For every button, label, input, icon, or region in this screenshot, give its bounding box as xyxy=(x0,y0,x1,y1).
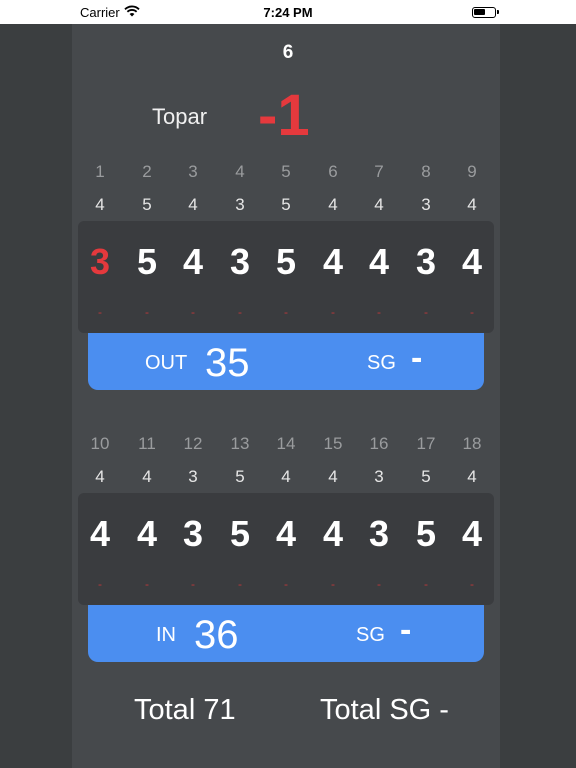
sg-cell: - xyxy=(424,305,428,319)
sg-cell: - xyxy=(238,577,242,591)
in-sg-value: - xyxy=(400,611,412,649)
in-sg-label: SG xyxy=(356,624,385,646)
hole-number: 5 xyxy=(281,162,291,181)
sg-cell: - xyxy=(145,305,149,319)
hole-number: 10 xyxy=(90,434,110,453)
hole-number: 4 xyxy=(235,162,245,181)
sg-cell: - xyxy=(238,305,242,319)
in-label: IN xyxy=(156,624,176,646)
sg-cell: - xyxy=(377,577,381,591)
out-sg-value: - xyxy=(411,339,423,377)
score-cell[interactable]: 4 xyxy=(452,513,492,555)
hole-number: 12 xyxy=(183,434,203,453)
sg-cell: - xyxy=(377,305,381,319)
sg-cell: - xyxy=(424,577,428,591)
score-cell[interactable]: 3 xyxy=(406,241,446,283)
score-cell[interactable]: 4 xyxy=(452,241,492,283)
out-sg-label: SG xyxy=(367,352,396,374)
out-value: 35 xyxy=(205,341,250,385)
hole-number: 6 xyxy=(328,162,338,181)
par-value: 4 xyxy=(328,195,338,214)
score-cell[interactable]: 5 xyxy=(266,241,306,283)
par-value: 3 xyxy=(188,467,198,486)
in-value: 36 xyxy=(194,613,239,657)
score-cell[interactable]: 5 xyxy=(406,513,446,555)
topar-label: Topar xyxy=(152,104,208,129)
current-hole-number: 6 xyxy=(282,42,294,63)
hole-number: 17 xyxy=(416,434,436,453)
hole-number: 3 xyxy=(188,162,198,181)
score-cell[interactable]: 4 xyxy=(266,513,306,555)
hole-number: 11 xyxy=(138,434,156,453)
score-cell[interactable]: 4 xyxy=(359,241,399,283)
out-summary-bar: OUT 35 SG - xyxy=(88,333,484,390)
par-value: 5 xyxy=(281,195,291,214)
hole-number: 2 xyxy=(142,162,152,181)
par-value: 5 xyxy=(235,467,245,486)
sg-cell: - xyxy=(191,305,195,319)
hole-number: 1 xyxy=(95,162,105,181)
par-value: 5 xyxy=(142,195,152,214)
par-value: 3 xyxy=(374,467,384,486)
right-gutter xyxy=(500,24,576,768)
par-value: 4 xyxy=(467,195,477,214)
sg-cell: - xyxy=(470,577,474,591)
hole-number: 14 xyxy=(276,434,296,453)
par-value: 5 xyxy=(421,467,431,486)
back-hole-numbers: 10 11 12 13 14 15 16 17 18 xyxy=(76,434,496,458)
score-cell[interactable]: 4 xyxy=(313,513,353,555)
par-value: 4 xyxy=(95,467,105,486)
front-score-entry: 3 5 4 3 5 4 4 3 4 - - - - - - - - - xyxy=(78,221,494,333)
score-cell[interactable]: 5 xyxy=(127,241,167,283)
front-hole-numbers: 1 2 3 4 5 6 7 8 9 xyxy=(76,162,496,186)
sg-cell: - xyxy=(331,577,335,591)
sg-cell: - xyxy=(98,305,102,319)
battery-icon xyxy=(472,7,499,18)
total-sg: Total SG - xyxy=(320,694,449,726)
par-value: 3 xyxy=(235,195,245,214)
par-value: 3 xyxy=(421,195,431,214)
sg-cell: - xyxy=(98,577,102,591)
hole-number: 15 xyxy=(323,434,343,453)
hole-number: 16 xyxy=(369,434,389,453)
back-pars: 4 4 3 5 4 4 3 5 4 xyxy=(76,467,496,491)
hole-number: 18 xyxy=(462,434,482,453)
sg-cell: - xyxy=(145,577,149,591)
sg-cell: - xyxy=(284,577,288,591)
score-cell[interactable]: 4 xyxy=(173,241,213,283)
score-cell[interactable]: 3 xyxy=(220,241,260,283)
hole-number: 13 xyxy=(230,434,250,453)
left-gutter xyxy=(0,24,72,768)
par-value: 4 xyxy=(328,467,338,486)
sg-cell: - xyxy=(191,577,195,591)
par-value: 4 xyxy=(281,467,291,486)
front-pars: 4 5 4 3 5 4 4 3 4 xyxy=(76,195,496,219)
sg-cell: - xyxy=(470,305,474,319)
score-cell[interactable]: 3 xyxy=(173,513,213,555)
total-score: Total 71 xyxy=(134,694,236,726)
score-cell[interactable]: 3 xyxy=(80,241,120,283)
hole-number: 8 xyxy=(421,162,431,181)
out-label: OUT xyxy=(145,352,188,374)
par-value: 4 xyxy=(467,467,477,486)
hole-number: 9 xyxy=(467,162,477,181)
par-value: 4 xyxy=(142,467,152,486)
score-cell[interactable]: 4 xyxy=(80,513,120,555)
in-summary-bar: IN 36 SG - xyxy=(88,605,484,662)
score-cell[interactable]: 4 xyxy=(313,241,353,283)
sg-cell: - xyxy=(284,305,288,319)
score-cell[interactable]: 3 xyxy=(359,513,399,555)
par-value: 4 xyxy=(188,195,198,214)
par-value: 4 xyxy=(374,195,384,214)
score-cell[interactable]: 5 xyxy=(220,513,260,555)
status-bar: Carrier 7:24 PM xyxy=(0,0,576,24)
back-score-entry: 4 4 3 5 4 4 3 5 4 - - - - - - - - - xyxy=(78,493,494,605)
par-value: 4 xyxy=(95,195,105,214)
sg-cell: - xyxy=(331,305,335,319)
hole-number: 7 xyxy=(374,162,384,181)
score-cell[interactable]: 4 xyxy=(127,513,167,555)
topar-value: -1 xyxy=(258,83,310,148)
